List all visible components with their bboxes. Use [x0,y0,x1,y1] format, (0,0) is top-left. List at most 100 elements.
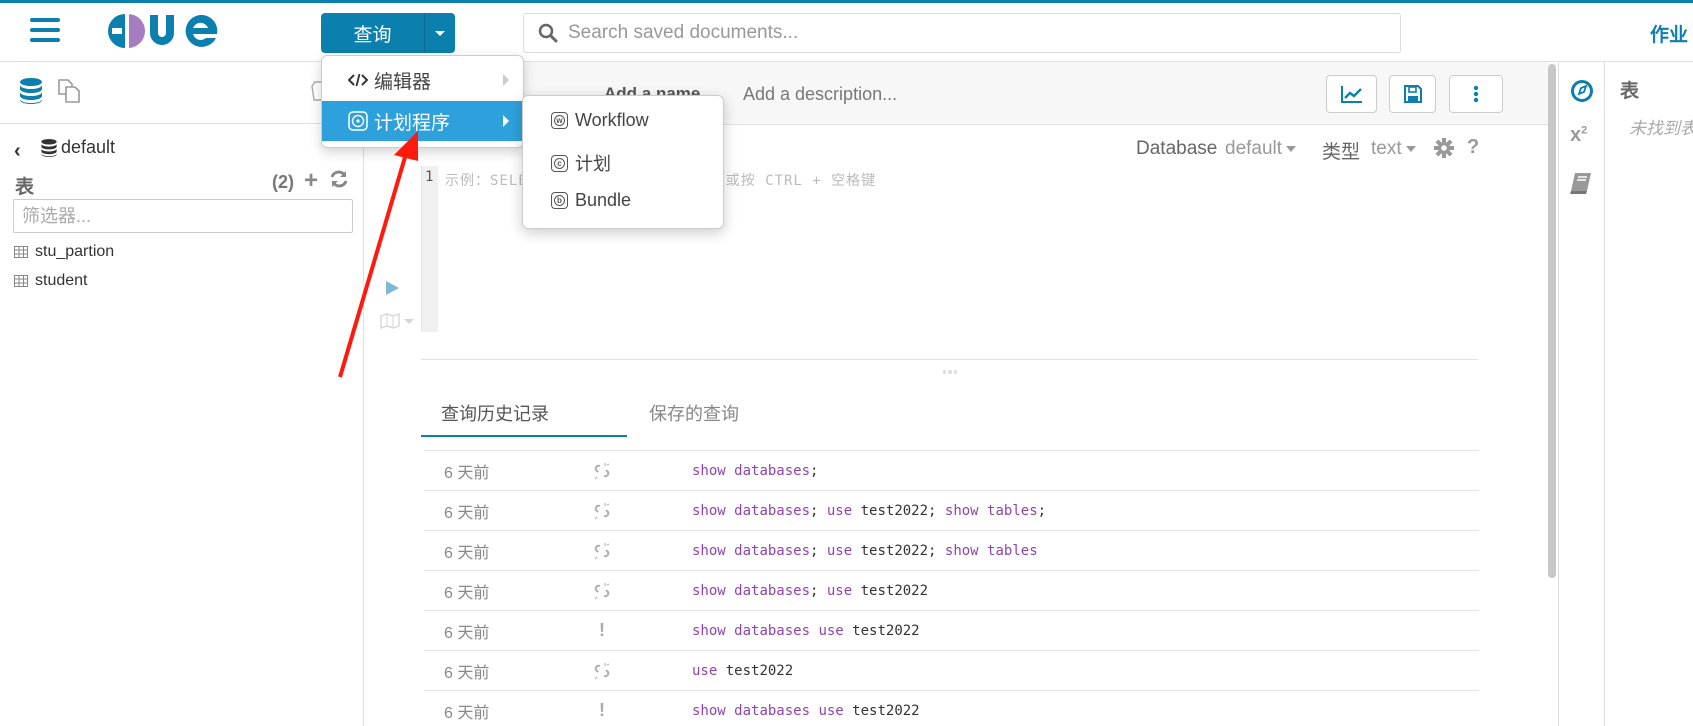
history-row[interactable]: 6 天前! show databases use test2022 [424,690,1479,726]
history-query: show databases; [692,462,819,479]
map-icon[interactable] [380,313,416,334]
query-dropdown-menu: 编辑器 计划程序 [321,55,524,148]
functions-icon[interactable]: x2 [1570,124,1587,147]
history-time: 6 天前 [444,464,490,482]
database-small-icon [40,138,58,163]
table-item[interactable]: stu_partion [14,243,114,261]
chevron-right-icon [503,115,509,127]
type-select-value: text [1371,138,1402,159]
compass-icon[interactable] [1570,79,1594,108]
unlink-icon [592,662,612,680]
panel-divider [1604,62,1605,726]
table-item[interactable]: student [14,272,87,290]
database-label: Database [1136,138,1218,159]
tab-saved-queries[interactable]: 保存的查询 [649,400,739,426]
vertical-scrollbar[interactable] [1548,64,1556,578]
hamburger-menu-icon[interactable] [30,18,60,44]
save-button[interactable] [1389,75,1436,113]
gear-icon[interactable] [1434,138,1454,163]
history-time: 6 天前 [444,704,490,722]
database-select-value: default [1225,138,1283,159]
history-query: use test2022 [692,662,794,679]
hue-logo[interactable] [104,10,224,52]
menu-item-editor[interactable]: 编辑器 [322,60,523,100]
scheduler-icon [348,111,368,131]
panel-divider [1558,62,1559,726]
unlink-icon [592,542,612,560]
unlink-icon [592,582,612,600]
history-query: show databases use test2022 [692,702,920,719]
menu-item-scheduler[interactable]: 计划程序 [322,101,523,141]
editor-gutter [421,166,438,332]
current-database[interactable]: default [61,137,115,158]
submenu-item-label: 计划 [575,154,611,174]
history-row[interactable]: 6 天前 show databases; use test2022 [424,570,1479,610]
scheduler-submenu: w Workflow c 计划 b Bundle [522,95,724,229]
help-icon[interactable]: ? [1467,136,1479,159]
line-number: 1 [425,169,434,185]
query-button-label[interactable]: 查询 [321,13,424,53]
execute-play-icon[interactable] [384,280,400,301]
submenu-item-label: Bundle [575,190,632,210]
history-query: show databases; use test2022; show table… [692,502,1047,519]
query-button[interactable]: 查询 [321,13,455,53]
documents-icon[interactable] [56,77,84,110]
history-time: 6 天前 [444,664,490,682]
unlink-icon [592,502,612,520]
submenu-item-label: Workflow [575,110,649,130]
history-row[interactable]: 6 天前 show databases; [424,450,1479,490]
search-icon [538,23,558,43]
left-assist-panel: ‹ default 表 (2) + stu_partion student [0,62,364,726]
book-icon[interactable] [1569,171,1593,200]
table-icon [14,246,28,258]
search-box[interactable] [523,13,1401,53]
tab-query-history[interactable]: 查询历史记录 [441,400,549,426]
chevron-right-icon [503,74,509,86]
submenu-item-bundle[interactable]: b Bundle [551,190,631,211]
jobs-link[interactable]: 作业 [1650,20,1688,47]
table-name: stu_partion [35,243,115,260]
type-label: 类型 [1322,142,1361,163]
history-query: show databases; use test2022; show table… [692,542,1038,559]
caret-down-icon [1286,146,1297,152]
history-row[interactable]: 6 天前! show databases use test2022 [424,610,1479,650]
more-options-button[interactable] [1449,75,1503,113]
back-chevron-icon[interactable]: ‹ [14,140,21,163]
history-row[interactable]: 6 天前 show databases; use test2022; show t… [424,490,1479,530]
exclamation-icon: ! [599,700,605,720]
chart-button[interactable] [1326,75,1377,113]
tables-count: (2) [272,172,294,192]
history-query: show databases; use test2022 [692,582,929,599]
table-name: student [35,272,88,289]
table-filter-input[interactable] [13,199,353,233]
right-panel-empty-text: 未找到表 [1629,119,1693,138]
active-tab-indicator [421,435,627,437]
code-icon [348,73,368,87]
database-icon[interactable] [18,77,44,110]
database-select[interactable]: default [1225,138,1297,160]
submenu-item-schedule[interactable]: c 计划 [551,150,611,176]
add-table-icon[interactable]: + [304,167,318,195]
editor-divider [421,359,1478,360]
line-chart-icon [1340,86,1362,103]
search-input[interactable] [568,22,1368,44]
type-select[interactable]: text [1371,138,1416,160]
workflow-icon: w [551,112,568,129]
query-description-field[interactable]: Add a description... [743,84,897,105]
caret-down-icon [435,30,445,36]
caret-down-icon [1405,146,1416,152]
submenu-item-workflow[interactable]: w Workflow [551,110,649,131]
resize-handle[interactable] [943,370,957,374]
history-query: show databases use test2022 [692,622,920,639]
bundle-icon: b [551,192,568,209]
history-row[interactable]: 6 天前 show databases; use test2022; show t… [424,530,1479,570]
right-panel-title: 表 [1620,81,1640,102]
refresh-icon[interactable] [329,169,349,194]
history-time: 6 天前 [444,584,490,602]
query-dropdown-toggle[interactable] [424,13,455,53]
vertical-ellipsis-icon [1473,85,1479,103]
history-row[interactable]: 6 天前 use test2022 [424,650,1479,690]
history-time: 6 天前 [444,624,490,642]
menu-item-label: 编辑器 [374,71,432,93]
exclamation-icon: ! [599,620,605,640]
